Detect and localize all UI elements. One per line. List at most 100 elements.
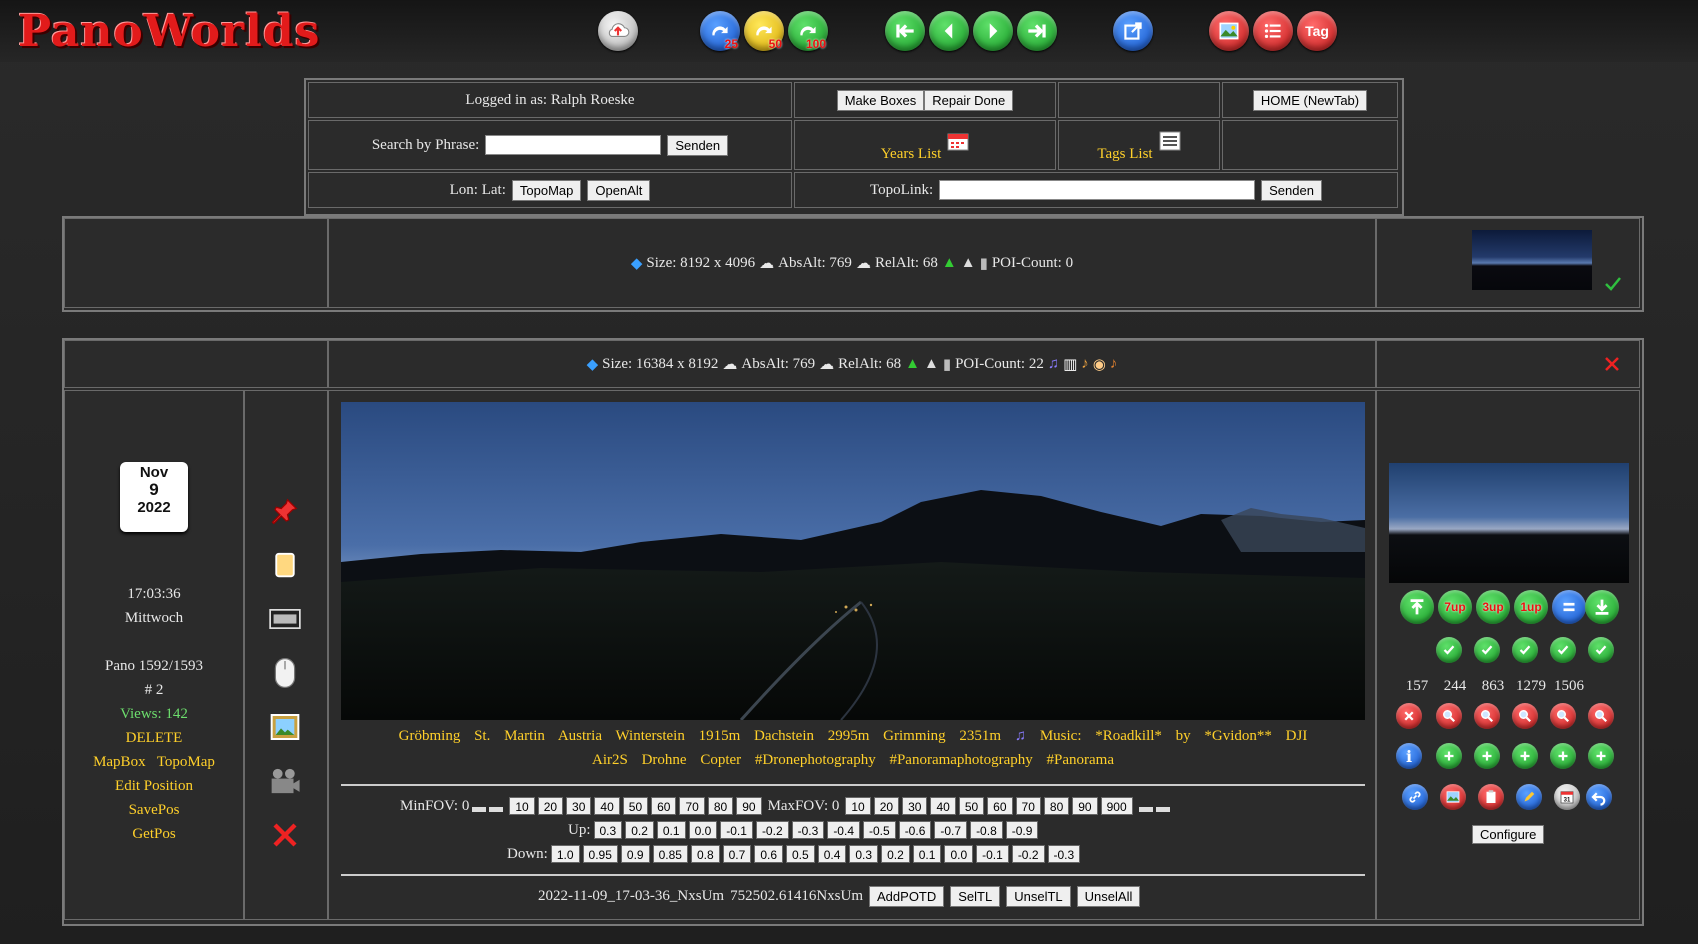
- years-list-link[interactable]: Years List: [881, 146, 942, 163]
- 7up-button[interactable]: 7up: [1438, 590, 1472, 624]
- image-small-icon[interactable]: [1440, 784, 1466, 810]
- repair-done-button[interactable]: Repair Done: [924, 89, 1014, 111]
- picture-icon[interactable]: [268, 710, 302, 744]
- minfov-dash[interactable]: [489, 806, 504, 812]
- up-value-button[interactable]: 0.0: [688, 821, 718, 839]
- minfov-value-button[interactable]: 20: [537, 797, 564, 815]
- down-value-button[interactable]: 0.4: [817, 845, 847, 863]
- panorama-image[interactable]: [341, 402, 1365, 720]
- info-icon[interactable]: i: [1396, 743, 1422, 769]
- redo-25-button[interactable]: 25: [700, 11, 740, 51]
- 1up-button[interactable]: 1up: [1514, 590, 1548, 624]
- up-value-button[interactable]: -0.3: [791, 821, 825, 839]
- unseltl-button[interactable]: UnselTL: [1006, 886, 1071, 907]
- check-circle-icon[interactable]: [1474, 637, 1500, 663]
- mapbox-link[interactable]: MapBox: [93, 754, 146, 770]
- clipboard-icon[interactable]: [1478, 784, 1504, 810]
- upload-top-icon[interactable]: [1400, 590, 1434, 624]
- plus-icon[interactable]: [1588, 743, 1614, 769]
- calendar-icon[interactable]: [947, 131, 969, 151]
- up-value-button[interactable]: -0.1: [720, 821, 753, 839]
- down-value-button[interactable]: 1.0: [550, 845, 580, 863]
- topolink-submit-button[interactable]: Senden: [1261, 179, 1322, 201]
- zoom-icon[interactable]: [1474, 703, 1500, 729]
- down-value-button[interactable]: 0.8: [690, 845, 720, 863]
- minfov-value-button[interactable]: 70: [679, 797, 705, 815]
- up-value-button[interactable]: 0.1: [656, 821, 686, 839]
- close-icon[interactable]: [1604, 356, 1620, 372]
- prev-icon[interactable]: [929, 11, 969, 51]
- maxfov-value-button[interactable]: 90: [1072, 797, 1098, 815]
- delete-circle-icon[interactable]: [1396, 703, 1422, 729]
- upload-cloud-icon[interactable]: [598, 11, 638, 51]
- check-circle-icon[interactable]: [1588, 637, 1614, 663]
- minfov-dash[interactable]: [472, 806, 487, 812]
- seltl-button[interactable]: SelTL: [950, 886, 1001, 907]
- up-value-button[interactable]: -0.9: [1005, 821, 1039, 839]
- open-external-icon[interactable]: [1113, 11, 1153, 51]
- edit-position-link[interactable]: Edit Position: [66, 778, 242, 795]
- plus-icon[interactable]: [1436, 743, 1462, 769]
- topolink-input[interactable]: [939, 180, 1256, 200]
- tag-button[interactable]: Tag: [1297, 11, 1337, 51]
- up-value-button[interactable]: -0.2: [755, 821, 789, 839]
- redo-50-button[interactable]: 50: [744, 11, 784, 51]
- redo-100-button[interactable]: 100: [788, 11, 828, 51]
- first-icon[interactable]: [885, 11, 925, 51]
- minfov-value-button[interactable]: 30: [566, 797, 592, 815]
- video-camera-icon[interactable]: [268, 764, 302, 798]
- up-value-button[interactable]: 0.3: [593, 821, 623, 839]
- last-icon[interactable]: [1017, 11, 1057, 51]
- calendar-31-icon[interactable]: 31: [1554, 784, 1580, 810]
- up-value-button[interactable]: -0.8: [970, 821, 1003, 839]
- minfov-value-button[interactable]: 40: [594, 797, 620, 815]
- maxfov-dash[interactable]: [1155, 806, 1170, 812]
- plus-icon[interactable]: [1512, 743, 1538, 769]
- mouse-icon[interactable]: [268, 656, 302, 690]
- down-value-button[interactable]: -0.2: [1011, 845, 1045, 863]
- minfov-value-button[interactable]: 90: [736, 797, 762, 815]
- down-value-button[interactable]: 0.1: [912, 845, 942, 863]
- maxfov-dash[interactable]: [1138, 806, 1153, 812]
- getpos-link[interactable]: GetPos: [66, 826, 242, 843]
- list-icon[interactable]: [1253, 11, 1293, 51]
- maxfov-value-button[interactable]: 50: [958, 797, 985, 815]
- pano2-thumbnail[interactable]: [1389, 463, 1629, 583]
- up-value-button[interactable]: -0.5: [863, 821, 896, 839]
- down-value-button[interactable]: 0.3: [849, 845, 879, 863]
- search-submit-button[interactable]: Senden: [667, 134, 729, 156]
- down-value-button[interactable]: 0.6: [754, 845, 783, 863]
- topomap-button[interactable]: TopoMap: [511, 179, 582, 201]
- down-value-button[interactable]: 0.7: [722, 845, 752, 863]
- maxfov-value-button[interactable]: 10: [845, 797, 871, 815]
- search-input[interactable]: [485, 135, 662, 155]
- up-value-button[interactable]: -0.7: [934, 821, 968, 839]
- minfov-value-button[interactable]: 50: [622, 797, 649, 815]
- addpotd-button[interactable]: AddPOTD: [869, 886, 945, 907]
- minfov-value-button[interactable]: 80: [707, 797, 734, 815]
- down-value-button[interactable]: 0.5: [786, 845, 815, 863]
- up-value-button[interactable]: 0.2: [625, 821, 654, 839]
- maxfov-value-button[interactable]: 80: [1043, 797, 1070, 815]
- minfov-value-button[interactable]: 10: [509, 797, 535, 815]
- down-value-button[interactable]: -0.3: [1047, 845, 1081, 863]
- down-value-button[interactable]: 0.0: [944, 845, 974, 863]
- down-value-button[interactable]: -0.1: [976, 845, 1009, 863]
- zoom-icon[interactable]: [1550, 703, 1576, 729]
- configure-button[interactable]: Configure: [1472, 825, 1545, 844]
- download-icon[interactable]: [1585, 590, 1619, 624]
- down-value-button[interactable]: 0.95: [582, 845, 618, 863]
- pin-icon[interactable]: [268, 494, 302, 528]
- delete-x-icon[interactable]: [268, 818, 302, 852]
- check-circle-icon[interactable]: [1512, 637, 1538, 663]
- 3up-button[interactable]: 3up: [1476, 590, 1510, 624]
- maxfov-value-button[interactable]: 40: [930, 797, 956, 815]
- zoom-icon[interactable]: [1588, 703, 1614, 729]
- home-newtab-button[interactable]: HOME (NewTab): [1252, 89, 1368, 111]
- equals-icon[interactable]: [1552, 590, 1586, 624]
- down-value-button[interactable]: 0.9: [620, 845, 650, 863]
- site-logo[interactable]: PanoWorlds: [18, 6, 320, 57]
- zoom-icon[interactable]: [1512, 703, 1538, 729]
- maxfov-value-button[interactable]: 60: [987, 797, 1013, 815]
- maxfov-value-button[interactable]: 20: [873, 797, 900, 815]
